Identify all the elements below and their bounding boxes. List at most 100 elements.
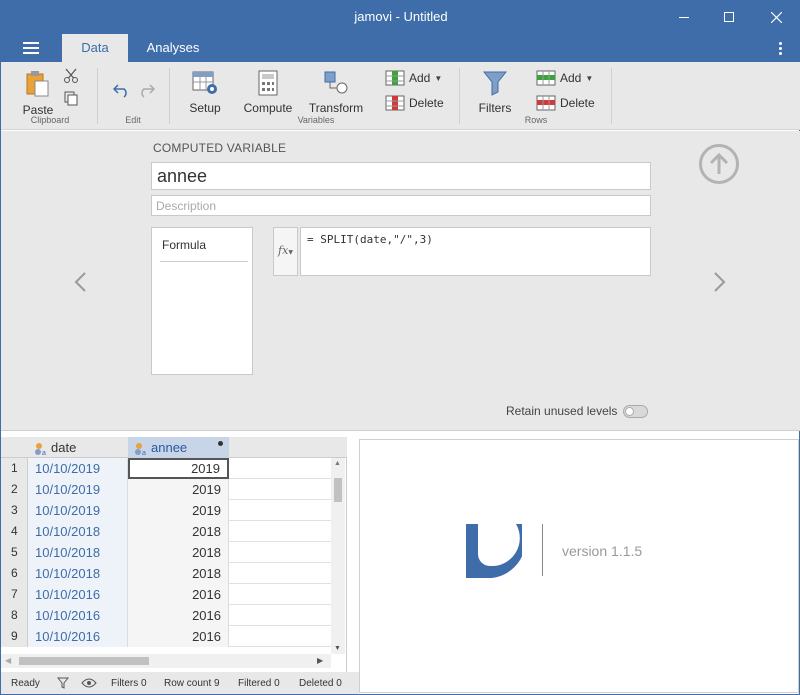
eye-icon[interactable] <box>81 677 97 689</box>
row-number: 5 <box>1 542 28 563</box>
description-field[interactable]: Description <box>151 195 651 216</box>
filter-icon[interactable] <box>57 677 69 689</box>
add-row-button[interactable]: Add ▼ <box>536 70 593 86</box>
setup-icon <box>192 71 217 94</box>
cell-date[interactable]: 10/10/2016 <box>28 584 128 605</box>
paste-button[interactable]: Paste <box>21 70 55 117</box>
column-header-date[interactable]: a date <box>28 437 128 458</box>
function-picker-button[interactable]: fx▼ <box>273 227 298 276</box>
cell-annee[interactable]: 2019 <box>128 458 229 479</box>
scroll-up-icon[interactable]: ▲ <box>334 460 341 467</box>
cell-date[interactable]: 10/10/2019 <box>28 500 128 521</box>
cell-date[interactable]: 10/10/2018 <box>28 542 128 563</box>
delete-row-label: Delete <box>560 96 595 110</box>
cell-date[interactable]: 10/10/2018 <box>28 521 128 542</box>
table-row[interactable]: 4 10/10/2018 2018 <box>1 521 331 542</box>
filters-label: Filters <box>478 101 512 115</box>
cell-annee[interactable]: 2019 <box>128 500 229 521</box>
add-variable-button[interactable]: Add ▼ <box>385 70 442 86</box>
row-number: 4 <box>1 521 28 542</box>
cell-date[interactable]: 10/10/2016 <box>28 626 128 647</box>
compute-label: Compute <box>243 101 293 115</box>
delete-variable-label: Delete <box>409 96 444 110</box>
cell-annee[interactable]: 2019 <box>128 479 229 500</box>
computed-variable-panel: COMPUTED VARIABLE annee Description Form… <box>1 131 800 431</box>
add-variable-label: Add <box>409 71 431 85</box>
data-grid: a date a annee 1 10/10/2019 2019 2 10/10/2… <box>1 437 347 672</box>
grid-header: a date a annee <box>1 437 347 458</box>
redo-button[interactable] <box>137 82 156 101</box>
tab-bar: Data Analyses <box>1 34 800 62</box>
retain-toggle[interactable] <box>623 404 649 418</box>
edit-group-label: Edit <box>125 115 141 125</box>
cell-annee[interactable]: 2016 <box>128 605 229 626</box>
scroll-left-icon[interactable]: ◀ <box>5 656 11 665</box>
close-icon <box>770 11 782 23</box>
transform-button[interactable]: Transform <box>307 70 365 115</box>
tab-analyses[interactable]: Analyses <box>136 34 210 62</box>
row-number: 8 <box>1 605 28 626</box>
close-button[interactable] <box>753 0 799 34</box>
cell-date[interactable]: 10/10/2016 <box>28 605 128 626</box>
status-row-count: Row count 9 <box>164 678 220 689</box>
separator <box>97 68 98 124</box>
next-variable-button[interactable] <box>713 271 727 300</box>
table-row[interactable]: 1 10/10/2019 2019 <box>1 458 331 479</box>
scroll-thumb[interactable] <box>334 478 342 502</box>
undo-button[interactable] <box>112 82 131 101</box>
minimize-button[interactable] <box>661 0 707 34</box>
status-filtered: Filtered 0 <box>238 678 280 689</box>
column-name: annee <box>151 440 188 455</box>
more-options-icon[interactable] <box>779 42 783 57</box>
retain-label: Retain unused levels <box>506 404 618 418</box>
cell-annee[interactable]: 2016 <box>128 626 229 647</box>
maximize-button[interactable] <box>706 0 752 34</box>
table-row[interactable]: 6 10/10/2018 2018 <box>1 563 331 584</box>
column-header-annee[interactable]: a annee <box>128 437 229 458</box>
horizontal-scrollbar[interactable]: ◀ ▶ <box>1 654 331 668</box>
table-row[interactable]: 3 10/10/2019 2019 <box>1 500 331 521</box>
copy-button[interactable] <box>63 90 79 109</box>
delete-variable-button[interactable]: Delete <box>385 95 444 111</box>
tab-data[interactable]: Data <box>62 34 128 62</box>
vertical-scrollbar[interactable]: ▲ ▼ <box>331 458 345 654</box>
cut-button[interactable] <box>63 68 79 87</box>
menu-icon[interactable] <box>23 42 39 54</box>
maximize-icon <box>724 12 734 22</box>
formula-input[interactable]: = SPLIT(date,"/",3) <box>300 227 651 276</box>
row-number: 2 <box>1 479 28 500</box>
table-row[interactable]: 2 10/10/2019 2019 <box>1 479 331 500</box>
table-row[interactable]: 8 10/10/2016 2016 <box>1 605 331 626</box>
results-panel: version 1.1.5 <box>359 439 799 693</box>
scroll-down-icon[interactable]: ▼ <box>334 645 341 652</box>
cell-annee[interactable]: 2016 <box>128 584 229 605</box>
previous-variable-button[interactable] <box>73 271 87 300</box>
filter-icon <box>482 71 508 96</box>
scroll-right-icon[interactable]: ▶ <box>317 656 323 665</box>
cell-date[interactable]: 10/10/2019 <box>28 479 128 500</box>
scissors-icon <box>64 68 78 83</box>
cell-date[interactable]: 10/10/2019 <box>28 458 128 479</box>
collapse-panel-button[interactable] <box>699 144 739 184</box>
column-name: date <box>51 440 77 455</box>
scroll-thumb[interactable] <box>19 657 149 665</box>
setup-button[interactable]: Setup <box>184 70 226 115</box>
variable-name-field[interactable]: annee <box>151 162 651 190</box>
delete-row-button[interactable]: Delete <box>536 95 595 111</box>
delete-column-icon <box>385 95 405 111</box>
cell-annee[interactable]: 2018 <box>128 521 229 542</box>
status-filters: Filters 0 <box>111 678 147 689</box>
cell-annee[interactable]: 2018 <box>128 563 229 584</box>
status-deleted: Deleted 0 <box>299 678 342 689</box>
nominal-variable-icon: a <box>35 442 46 456</box>
cell-annee[interactable]: 2018 <box>128 542 229 563</box>
table-row[interactable]: 9 10/10/2016 2016 <box>1 626 331 647</box>
minimize-icon <box>679 16 689 18</box>
separator <box>459 68 460 124</box>
divider <box>160 261 248 262</box>
cell-date[interactable]: 10/10/2018 <box>28 563 128 584</box>
table-row[interactable]: 5 10/10/2018 2018 <box>1 542 331 563</box>
table-row[interactable]: 7 10/10/2016 2016 <box>1 584 331 605</box>
filters-button[interactable]: Filters <box>475 70 515 115</box>
compute-button[interactable]: Compute <box>241 70 295 115</box>
